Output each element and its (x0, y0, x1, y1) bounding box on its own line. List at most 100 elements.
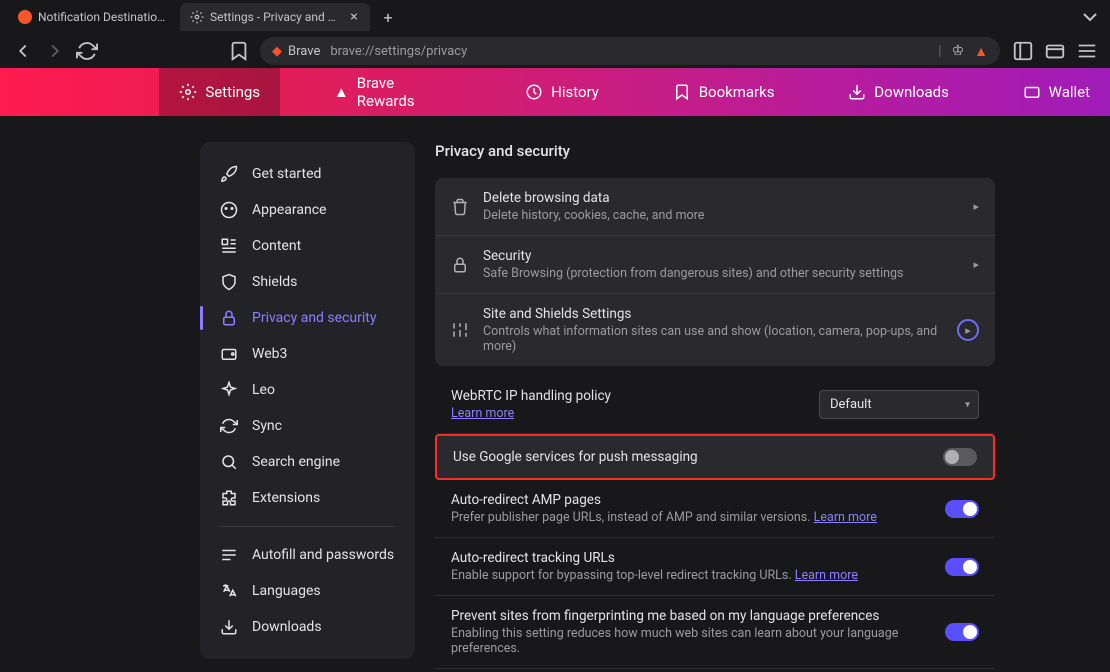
chevron-down-icon[interactable] (1078, 5, 1102, 29)
sidebar: Get started Appearance Content Shields P… (200, 142, 415, 659)
sidebar-item-label: Appearance (252, 202, 326, 218)
topnav-rewards[interactable]: ▲ Brave Rewards (314, 68, 471, 116)
url-brand: Brave (288, 44, 320, 59)
shield-ext-icon[interactable]: ♔ (952, 43, 965, 59)
sidebar-item-label: Leo (252, 382, 275, 398)
topnav-history[interactable]: History (505, 68, 619, 116)
palette-icon (220, 201, 238, 219)
body: Get started Appearance Content Shields P… (0, 116, 1110, 672)
sidebar-item-label: Shields (252, 274, 297, 290)
card-sub: Controls what information sites can use … (483, 324, 943, 354)
chevron-right-icon: ▸ (957, 319, 979, 341)
sidebar-item-label: Content (252, 238, 301, 254)
row-amp: Auto-redirect AMP pages Prefer publisher… (435, 480, 995, 538)
bookmark-icon[interactable] (228, 40, 250, 62)
sidebar-item-label: Autofill and passwords (252, 547, 394, 563)
sidebar-item-label: Get started (252, 166, 321, 182)
toggle-google-push[interactable] (943, 448, 977, 466)
topnav-settings[interactable]: Settings (159, 68, 280, 116)
row-tracking-urls: Auto-redirect tracking URLs Enable suppo… (435, 538, 995, 596)
sliders-icon (451, 321, 469, 339)
topnav-label: Wallet (1049, 83, 1090, 101)
new-tab-button[interactable]: + (376, 5, 400, 29)
back-button[interactable] (12, 40, 34, 62)
content: Privacy and security Delete browsing dat… (415, 116, 1025, 672)
lock-icon (451, 256, 469, 274)
card-sub: Safe Browsing (protection from dangerous… (483, 266, 959, 281)
toolbar-right (1012, 40, 1098, 62)
rocket-icon (220, 165, 238, 183)
learn-more-link[interactable]: Learn more (814, 510, 877, 525)
top-nav: Settings ▲ Brave Rewards History Bookmar… (0, 68, 1110, 116)
row-sub: Enabling this setting reduces how much w… (451, 626, 931, 656)
row-sub: Enable support for bypassing top-level r… (451, 568, 931, 583)
sparkle-icon (220, 381, 238, 399)
reload-button[interactable] (76, 40, 98, 62)
sidebar-item-languages[interactable]: Languages (200, 573, 415, 609)
sidebar-item-label: Downloads (252, 619, 322, 635)
webrtc-select[interactable]: Default (819, 390, 979, 419)
sidebar-item-downloads[interactable]: Downloads (200, 609, 415, 645)
tab-title: Settings - Privacy and security (210, 10, 340, 24)
bookmark-icon (673, 83, 691, 101)
shield-icon (220, 273, 238, 291)
row-title: Auto-redirect tracking URLs (451, 550, 931, 566)
sidebar-item-content[interactable]: Content (200, 228, 415, 264)
sidebar-item-label: Sync (252, 418, 282, 434)
sidebar-item-web3[interactable]: Web3 (200, 336, 415, 372)
topnav-label: Bookmarks (699, 83, 775, 101)
sidebar-item-shields[interactable]: Shields (200, 264, 415, 300)
card-title: Site and Shields Settings (483, 306, 943, 322)
sidebar-divider (220, 526, 395, 527)
card-site-settings[interactable]: Site and Shields Settings Controls what i… (435, 293, 995, 366)
toggle-fingerprint[interactable] (945, 623, 979, 641)
sidebar-item-leo[interactable]: Leo (200, 372, 415, 408)
address-extensions: | ♔ ▲ (938, 43, 988, 60)
topnav-bookmarks[interactable]: Bookmarks (653, 68, 795, 116)
tab-settings[interactable]: Settings - Privacy and security × (180, 3, 370, 31)
row-title: Prevent sites from fingerprinting me bas… (451, 608, 931, 624)
card-security[interactable]: SecuritySafe Browsing (protection from d… (435, 235, 995, 293)
sidebar-item-label: Privacy and security (252, 310, 376, 326)
address-bar[interactable]: ◆ Brave brave://settings/privacy | ♔ ▲ (260, 37, 1000, 65)
learn-more-link[interactable]: Learn more (451, 406, 514, 421)
sidepanel-icon[interactable] (1012, 40, 1034, 62)
page-title: Privacy and security (435, 142, 995, 160)
row-webrtc: WebRTC IP handling policy Learn more Def… (435, 376, 995, 434)
toolbar: ◆ Brave brave://settings/privacy | ♔ ▲ (0, 34, 1110, 68)
card-delete-data[interactable]: Delete browsing data Delete history, cook… (435, 178, 995, 235)
close-icon[interactable]: × (348, 10, 360, 24)
sidebar-item-get-started[interactable]: Get started (200, 156, 415, 192)
topnav-downloads[interactable]: Downloads (828, 68, 969, 116)
tab-favicon (18, 10, 32, 24)
topnav-wallet[interactable]: Wallet (1003, 68, 1110, 116)
sidebar-item-autofill[interactable]: Autofill and passwords (200, 537, 415, 573)
web3-icon (220, 345, 238, 363)
download-icon (220, 618, 238, 636)
card-sub: Delete history, cookies, cache, and more (483, 208, 959, 223)
sidebar-item-search[interactable]: Search engine (200, 444, 415, 480)
sidebar-item-label: Extensions (252, 490, 320, 506)
learn-more-link[interactable]: Learn more (795, 568, 858, 583)
forward-button[interactable] (44, 40, 66, 62)
toggle-tracking[interactable] (945, 558, 979, 576)
row-google-push: Use Google services for push messaging (435, 434, 995, 480)
tab-notification-destinations[interactable]: Notification Destinations | Bushfire (8, 3, 178, 31)
sidebar-item-privacy[interactable]: Privacy and security (200, 300, 415, 336)
wallet-icon[interactable] (1044, 40, 1066, 62)
gear-icon (190, 10, 204, 24)
gear-icon (179, 83, 197, 101)
topnav-label: History (551, 83, 599, 101)
toggle-amp[interactable] (945, 500, 979, 518)
titlebar: Notification Destinations | Bushfire Set… (0, 0, 1110, 34)
row-sub: Prefer publisher page URLs, instead of A… (451, 510, 931, 525)
search-icon (220, 453, 238, 471)
content-icon (220, 237, 238, 255)
sidebar-item-sync[interactable]: Sync (200, 408, 415, 444)
sidebar-item-extensions[interactable]: Extensions (200, 480, 415, 516)
sidebar-item-appearance[interactable]: Appearance (200, 192, 415, 228)
card-group: Delete browsing data Delete history, cook… (435, 178, 995, 366)
menu-icon[interactable] (1076, 40, 1098, 62)
card-title: Delete browsing data (483, 190, 959, 206)
triangle-ext-icon[interactable]: ▲ (974, 43, 988, 60)
